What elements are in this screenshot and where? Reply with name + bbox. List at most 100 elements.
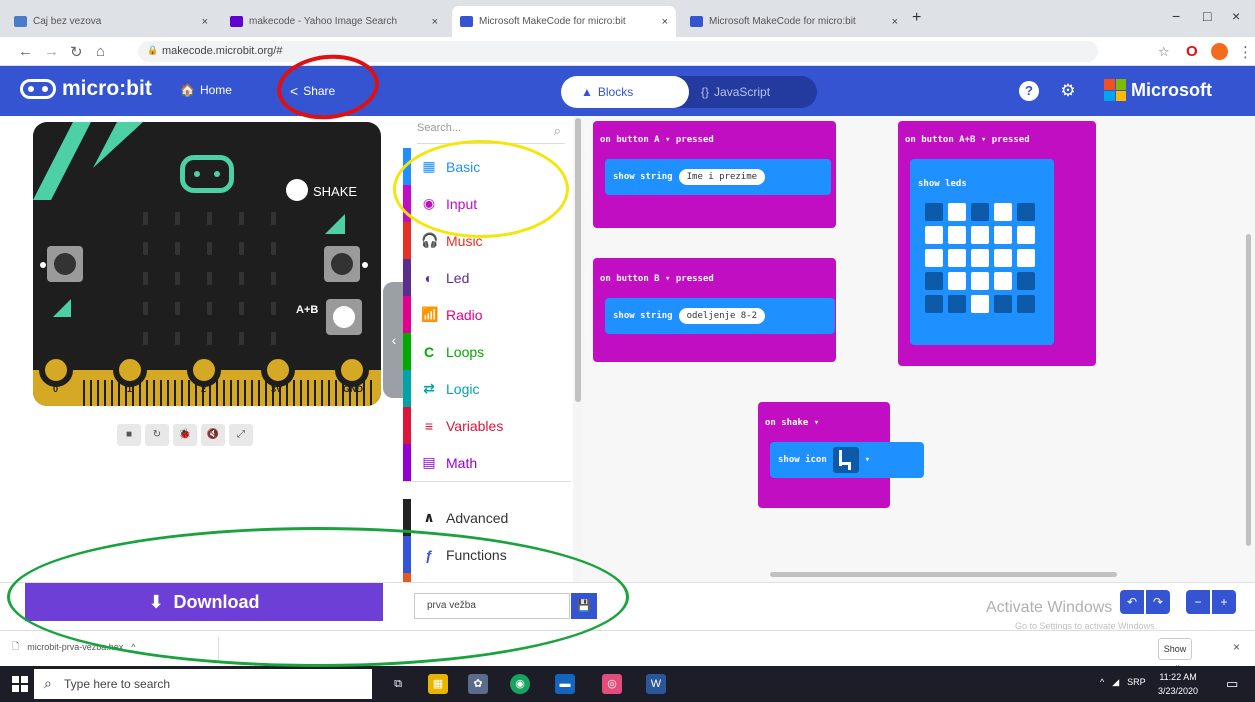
undo-button[interactable]: ↶	[1120, 590, 1144, 614]
show-icon-block[interactable]: show icon ▾	[770, 442, 924, 478]
string-input[interactable]: Ime i prezime	[678, 169, 766, 185]
gear-icon[interactable]: ⚙	[1058, 81, 1078, 101]
toolbox-category-input[interactable]: ◉ Input	[403, 185, 571, 222]
store-icon[interactable]: ▦	[428, 674, 448, 694]
on-button-b-block[interactable]: on button B ▾ pressed show string odelje…	[593, 258, 836, 362]
led-cell-on[interactable]	[971, 295, 989, 313]
browser-tab[interactable]: Microsoft MakeCode for micro:bit ×	[682, 6, 906, 37]
microsoft-logo[interactable]: Microsoft	[1104, 79, 1212, 101]
microbit-simulator[interactable]: SHAKE A+B 0 1 2 3V GND	[33, 122, 381, 406]
close-icon[interactable]: ×	[202, 16, 208, 28]
led-cell-off[interactable]	[1017, 272, 1035, 290]
windows-start-icon[interactable]	[12, 676, 28, 692]
browser-tab[interactable]: Čaj bez vezova ×	[6, 6, 216, 37]
url-field[interactable]: 🔒 makecode.microbit.org/#	[138, 41, 1098, 62]
taskbar-search-input[interactable]: ⌕ Type here to search	[34, 669, 372, 699]
reload-icon[interactable]: ↻	[70, 43, 83, 61]
chevron-down-icon[interactable]: ▾	[865, 455, 870, 465]
pin-3v-hole[interactable]	[261, 353, 295, 387]
toolbox-scrollbar[interactable]	[573, 116, 583, 582]
on-shake-block[interactable]: on shake ▾ show icon ▾	[758, 402, 924, 508]
javascript-button[interactable]: {} JavaScript	[689, 76, 817, 108]
menu-icon[interactable]: ⋮	[1238, 43, 1253, 61]
word-icon[interactable]: W	[646, 674, 666, 694]
led-cell-on[interactable]	[1017, 249, 1035, 267]
opera-icon[interactable]: O	[1186, 43, 1198, 60]
network-icon[interactable]: ◢	[1112, 677, 1119, 688]
button-b[interactable]	[324, 246, 360, 282]
pin-2-hole[interactable]	[187, 353, 221, 387]
back-icon[interactable]: ←	[18, 43, 33, 60]
close-icon[interactable]: ×	[892, 16, 898, 28]
blocks-workspace[interactable]: on button A ▾ pressed show string Ime i …	[583, 116, 1255, 582]
led-cell-on[interactable]	[948, 249, 966, 267]
toolbox-category-music[interactable]: 🎧 Music	[403, 222, 571, 259]
zoom-out-button[interactable]: −	[1186, 590, 1210, 614]
app-icon[interactable]: ✿	[468, 674, 488, 694]
led-cell-off[interactable]	[948, 295, 966, 313]
show-string-block[interactable]: show string Ime i prezime	[605, 159, 831, 195]
button-a[interactable]	[47, 246, 83, 282]
download-button[interactable]: ⬇ Download	[25, 583, 383, 621]
led-cell-off[interactable]	[971, 203, 989, 221]
show-string-block[interactable]: show string odeljenje 8-2	[605, 298, 835, 334]
led-cell-on[interactable]	[948, 203, 966, 221]
shake-button[interactable]	[286, 179, 308, 201]
chevron-up-icon[interactable]: ^	[131, 642, 135, 652]
toolbox-search-input[interactable]: Search... ⌕	[417, 122, 565, 144]
home-icon[interactable]: ⌂	[96, 43, 105, 60]
extension-icon[interactable]	[1211, 43, 1228, 60]
help-icon[interactable]: ?	[1019, 81, 1039, 101]
save-button[interactable]: 💾	[571, 593, 597, 619]
toolbox-category-led[interactable]: ◐ Led	[403, 259, 571, 296]
led-cell-on[interactable]	[971, 249, 989, 267]
language-indicator[interactable]: SRP	[1127, 677, 1146, 688]
notification-icon[interactable]: ▭	[1226, 676, 1238, 692]
task-view-icon[interactable]: ⧉	[388, 674, 408, 694]
workspace-vertical-scrollbar[interactable]	[1246, 234, 1251, 546]
led-cell-on[interactable]	[948, 272, 966, 290]
close-icon[interactable]: ×	[432, 16, 438, 28]
toolbox-category-math[interactable]: ▤ Math	[403, 444, 571, 481]
app-icon[interactable]: ▬	[555, 674, 575, 694]
workspace-horizontal-scrollbar[interactable]	[770, 572, 1117, 577]
share-button[interactable]: < Share	[290, 83, 335, 99]
led-cell-off[interactable]	[925, 295, 943, 313]
minimize-button[interactable]: −	[1172, 8, 1180, 24]
on-button-a-block[interactable]: on button A ▾ pressed show string Ime i …	[593, 121, 836, 228]
mute-icon[interactable]: 🔇	[201, 424, 225, 446]
led-cell-off[interactable]	[925, 203, 943, 221]
string-input[interactable]: odeljenje 8-2	[678, 308, 766, 324]
show-all-button[interactable]: Show all	[1158, 638, 1192, 674]
on-button-ab-block[interactable]: on button A+B ▾ pressed show leds	[898, 121, 1096, 366]
project-name-input[interactable]: prva vežba	[414, 593, 570, 619]
led-cell-on[interactable]	[994, 272, 1012, 290]
led-cell-on[interactable]	[925, 249, 943, 267]
blocks-button[interactable]: ▲ Blocks	[561, 76, 689, 108]
fullscreen-icon[interactable]: ⤢	[229, 424, 253, 446]
chevron-up-icon[interactable]: ^	[1100, 677, 1104, 688]
toolbox-category-logic[interactable]: ⇄ Logic	[403, 370, 571, 407]
microbit-logo[interactable]: micro:bit	[20, 77, 152, 101]
close-icon[interactable]: ×	[1233, 640, 1240, 654]
close-icon[interactable]: ×	[662, 16, 668, 28]
led-cell-on[interactable]	[994, 203, 1012, 221]
led-cell-off[interactable]	[1017, 203, 1035, 221]
pin-1-hole[interactable]	[113, 353, 147, 387]
star-icon[interactable]: ☆	[1158, 44, 1170, 60]
browser-tab-active[interactable]: Microsoft MakeCode for micro:bit ×	[452, 6, 676, 37]
restart-icon[interactable]: ↻	[145, 424, 169, 446]
toolbox-category-advanced[interactable]: ∧ Advanced	[403, 499, 571, 536]
maximize-button[interactable]: □	[1203, 8, 1211, 24]
led-cell-off[interactable]	[1017, 295, 1035, 313]
redo-button[interactable]: ↷	[1146, 590, 1170, 614]
toolbox-category-radio[interactable]: 📶 Radio	[403, 296, 571, 333]
chrome-icon[interactable]: ◉	[510, 674, 530, 694]
button-ab[interactable]	[326, 299, 362, 335]
led-cell-on[interactable]	[971, 272, 989, 290]
led-cell-on[interactable]	[948, 226, 966, 244]
collapse-simulator-button[interactable]: ‹	[383, 282, 405, 398]
led-cell-on[interactable]	[925, 226, 943, 244]
toolbox-category-loops[interactable]: C Loops	[403, 333, 571, 370]
download-item[interactable]: 🗋 microbit-prva-vezba.hex ^	[12, 639, 136, 655]
